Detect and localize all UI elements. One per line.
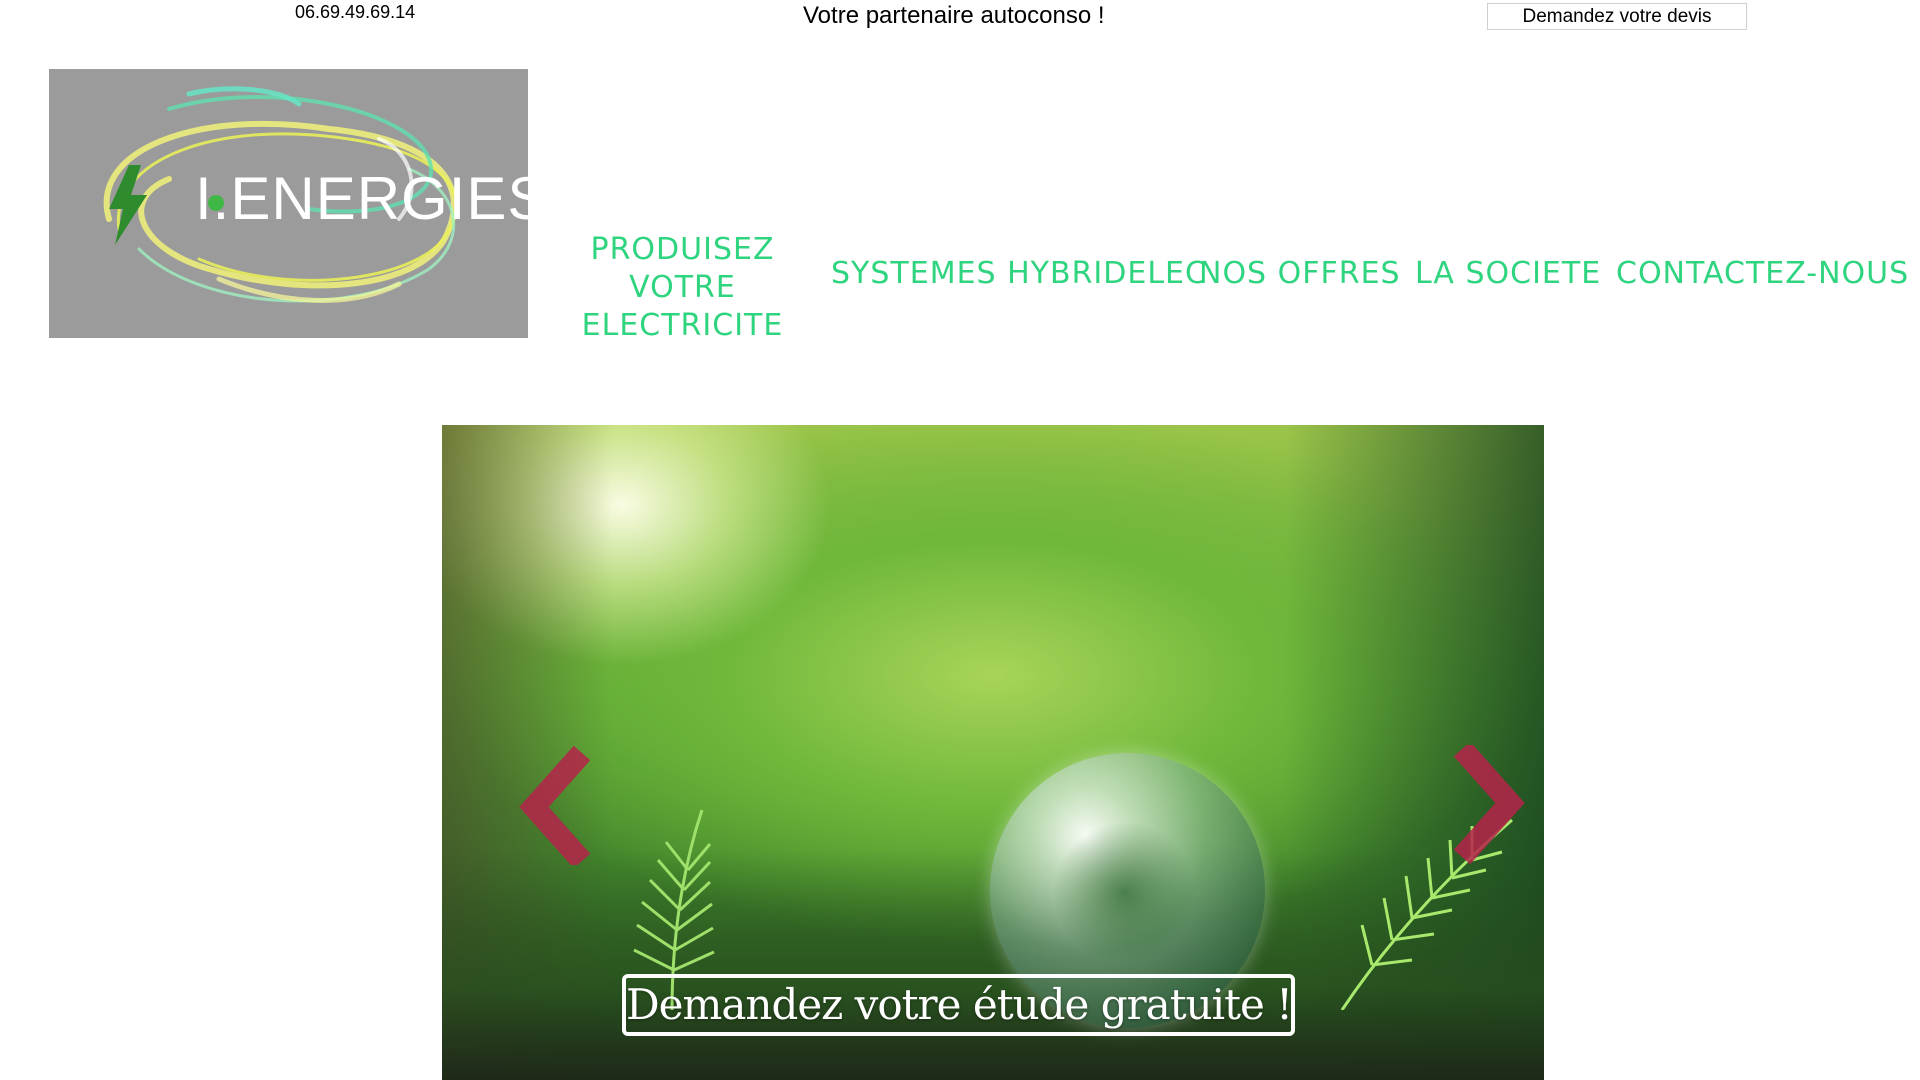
tagline: Votre partenaire autoconso ! bbox=[803, 2, 1105, 29]
request-quote-button[interactable]: Demandez votre devis bbox=[1487, 3, 1747, 30]
nav-systemes-hybridelec[interactable]: SYSTEMES HYBRIDELEC bbox=[831, 255, 1207, 293]
nav-la-societe[interactable]: LA SOCIETE bbox=[1415, 255, 1601, 293]
lightning-bolt-icon bbox=[109, 165, 147, 245]
chevron-right-icon[interactable] bbox=[1442, 745, 1532, 865]
chevron-left-icon[interactable] bbox=[512, 745, 602, 865]
logo-dot bbox=[208, 195, 224, 211]
hero-slider: Demandez votre étude gratuite ! bbox=[442, 425, 1544, 1080]
site-logo[interactable]: I.ENERGIES bbox=[49, 69, 528, 338]
nav-produisez-electricite[interactable]: PRODUISEZ VOTRE ELECTRICITE bbox=[535, 231, 830, 345]
nav-contactez-nous[interactable]: CONTACTEZ-NOUS bbox=[1616, 255, 1909, 293]
nav-nos-offres[interactable]: NOS OFFRES bbox=[1199, 255, 1401, 293]
phone-number[interactable]: 06.69.49.69.14 bbox=[295, 2, 415, 23]
logo-text: I.ENERGIES bbox=[195, 165, 528, 232]
free-study-cta-button[interactable]: Demandez votre étude gratuite ! bbox=[622, 974, 1295, 1036]
